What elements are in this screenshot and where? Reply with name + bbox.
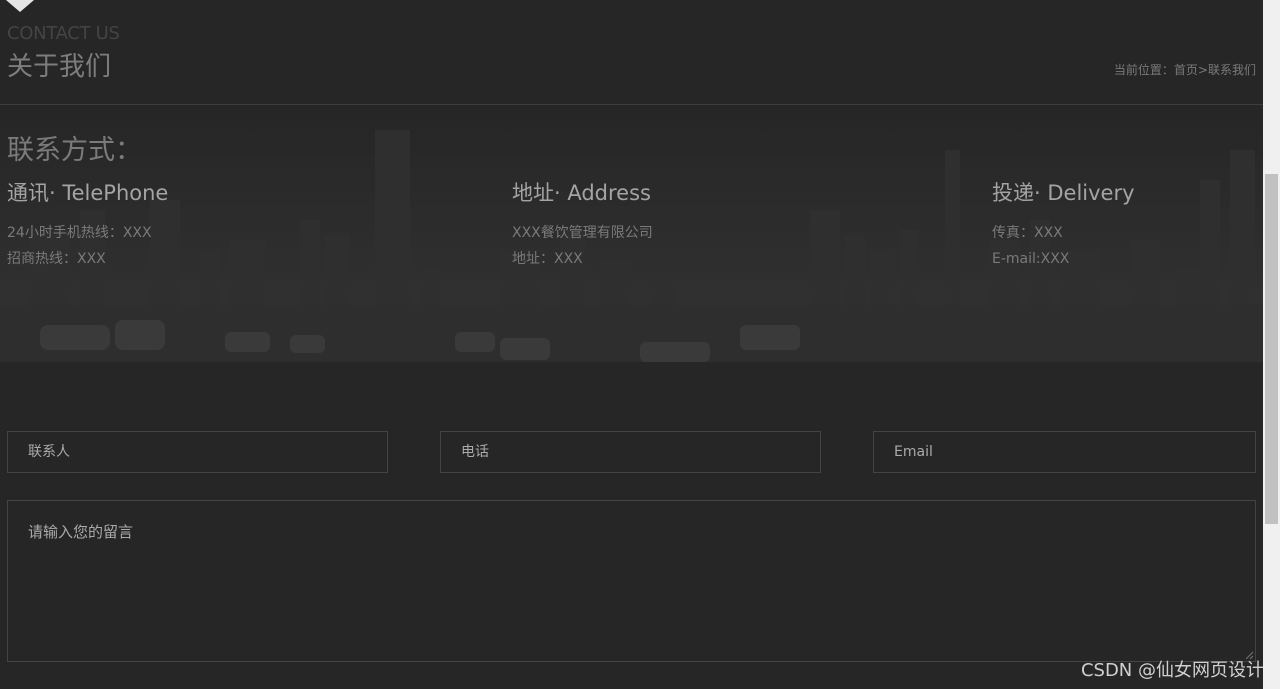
breadcrumb: 当前位置：首页>联系我们 [1114, 61, 1256, 78]
fax-text: 传真：XXX [992, 225, 1063, 241]
message-textarea[interactable] [7, 500, 1256, 662]
email-input[interactable] [873, 431, 1256, 473]
section-title-en: CONTACT US [7, 23, 120, 44]
address-title: 地址· Address [512, 181, 651, 205]
scrollbar-thumb[interactable] [1265, 174, 1278, 524]
phone-input[interactable] [440, 431, 821, 473]
page: CONTACT US 关于我们 当前位置：首页>联系我们 联系方式： 通讯· T… [0, 0, 1280, 689]
contact-heading: 联系方式： [7, 135, 142, 166]
breadcrumb-home-link[interactable]: 首页 [1174, 63, 1198, 77]
hotline-text: 24小时手机热线：XXX [7, 225, 152, 241]
address-text: 地址：XXX [512, 251, 583, 267]
vertical-scrollbar[interactable] [1263, 0, 1280, 689]
breadcrumb-current[interactable]: 联系我们 [1208, 63, 1256, 77]
watermark-text: CSDN @仙女网页设计 [1080, 660, 1264, 681]
page-header: CONTACT US 关于我们 当前位置：首页>联系我们 [0, 0, 1263, 105]
breadcrumb-separator: > [1197, 63, 1208, 77]
contact-column-delivery: 投递· Delivery 传真：XXX E-mail:XXX [992, 177, 1135, 272]
business-hotline-text: 招商热线：XXX [7, 251, 106, 267]
section-title-cn: 关于我们 [7, 52, 112, 82]
contact-name-input[interactable] [7, 431, 388, 473]
delivery-title: 投递· Delivery [992, 181, 1135, 205]
breadcrumb-prefix: 当前位置： [1113, 63, 1174, 77]
company-name-text: XXX餐饮管理有限公司 [512, 225, 653, 241]
contact-column-telephone: 通讯· TelePhone 24小时手机热线：XXX 招商热线：XXX [7, 177, 168, 272]
contact-column-address: 地址· Address XXX餐饮管理有限公司 地址：XXX [512, 177, 653, 272]
telephone-title: 通讯· TelePhone [7, 181, 169, 205]
email-text: E-mail:XXX [992, 251, 1070, 267]
